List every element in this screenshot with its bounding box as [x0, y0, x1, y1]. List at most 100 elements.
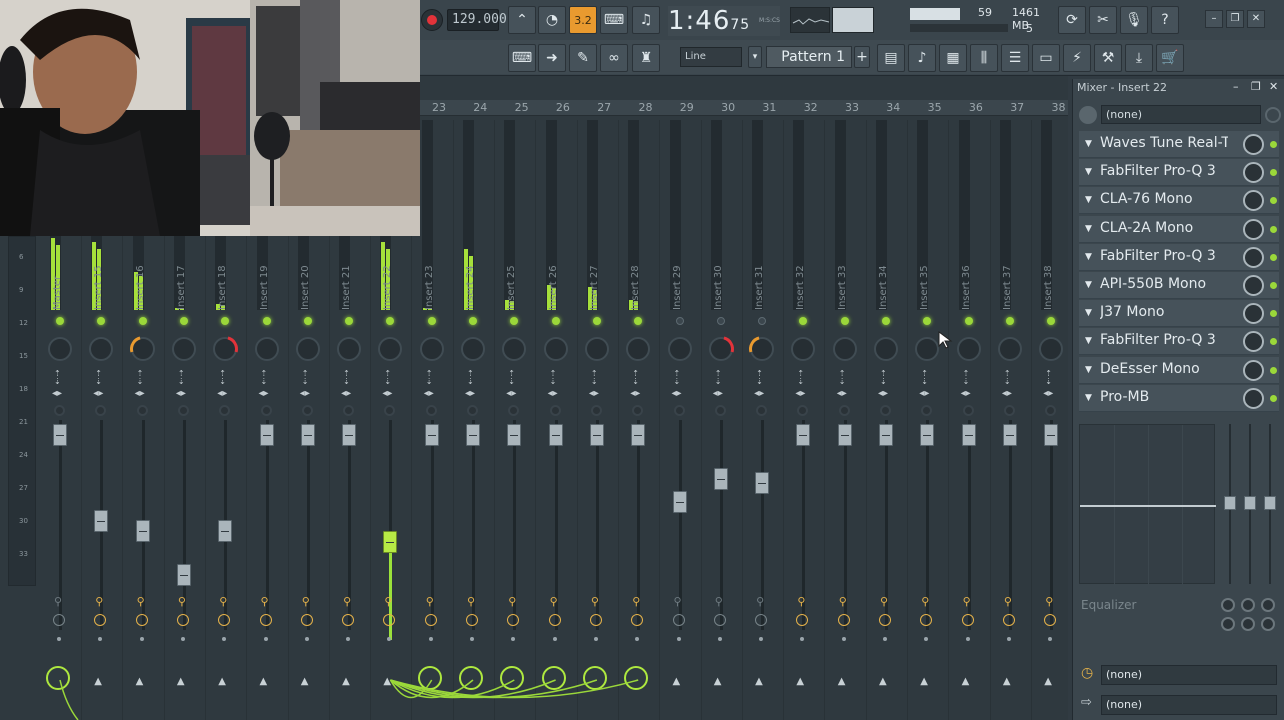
swap-channels-icon[interactable]: ◂▸ [961, 388, 971, 399]
slot-mix-knob[interactable] [1243, 190, 1264, 212]
slot-enable-led[interactable] [1270, 310, 1277, 318]
volume-fader[interactable] [548, 423, 563, 446]
route-dot[interactable] [676, 637, 681, 641]
stereo-knob[interactable] [384, 405, 396, 416]
plug-icon[interactable]: ⚡ [1063, 44, 1091, 72]
effect-slot[interactable]: ▼ FabFilter Pro-Q 3 [1079, 243, 1279, 271]
eq-knob-freq-high[interactable] [1261, 598, 1275, 612]
swap-channels-icon[interactable]: ◂▸ [837, 388, 847, 399]
pan-knob[interactable] [502, 337, 527, 361]
output-select-2[interactable]: (none) [1101, 695, 1277, 715]
input-select[interactable]: (none) [1101, 105, 1261, 124]
route-dot[interactable] [965, 637, 970, 641]
slot-menu-icon[interactable]: ▼ [1085, 308, 1092, 318]
stereo-knob[interactable] [962, 405, 974, 416]
route-dot[interactable] [552, 637, 557, 641]
eq-band-high[interactable] [1263, 424, 1277, 584]
route-dot[interactable] [924, 637, 929, 641]
swap-channels-icon[interactable]: ◂▸ [52, 388, 62, 399]
slot-enable-led[interactable] [1270, 141, 1277, 148]
mixer-strip[interactable]: Insert 29 ⇡ ⇣ ◂▸ ⚲ ▲ [662, 120, 702, 720]
bulb-icon[interactable]: ⚲ [632, 596, 642, 609]
pan-knob[interactable] [997, 337, 1022, 361]
playlist-ruler[interactable]: 23 24 25 26 27 28 29 30 31 32 33 34 35 36 37 38 [420, 100, 1068, 116]
eq-band-mid[interactable] [1243, 424, 1257, 584]
bulb-icon[interactable]: ⚲ [508, 596, 518, 609]
effect-slot[interactable]: ▼ API-550B Mono [1079, 272, 1279, 299]
slot-mix-knob[interactable] [1243, 134, 1264, 155]
slot-mix-knob[interactable] [1243, 359, 1264, 381]
effect-slot[interactable]: ▼ CLA-76 Mono [1079, 187, 1279, 215]
strip-enable-led[interactable] [427, 317, 436, 325]
slot-enable-led[interactable] [1270, 366, 1277, 374]
output-select-1[interactable]: (none) [1101, 665, 1277, 685]
bulb-icon[interactable]: ⚲ [261, 596, 271, 609]
phase-icon[interactable] [589, 614, 602, 626]
strip-enable-led[interactable] [840, 317, 849, 325]
stereo-knob[interactable] [838, 405, 850, 416]
mixer-strip[interactable]: Insert 33 ⇡ ⇣ ◂▸ ⚲ ▲ [827, 120, 867, 720]
pan-knob[interactable] [915, 337, 940, 361]
pan-knob[interactable] [461, 337, 485, 361]
volume-fader[interactable] [879, 423, 893, 446]
browser-icon[interactable]: ☰ [1001, 44, 1029, 72]
slot-mix-knob[interactable] [1243, 331, 1264, 353]
pattern-prev-icon[interactable]: ▾ [748, 46, 762, 68]
bulb-icon[interactable]: ⚲ [302, 596, 312, 609]
slot-menu-icon[interactable]: ▼ [1085, 195, 1092, 205]
volume-fader[interactable] [589, 423, 604, 446]
mixer-strip[interactable]: Insert 37 ⇡ ⇣ ◂▸ ⚲ ▲ [992, 120, 1032, 720]
strip-enable-led[interactable] [551, 317, 560, 325]
slot-enable-led[interactable] [1270, 394, 1277, 402]
volume-fader[interactable] [176, 564, 191, 587]
stereo-knob[interactable] [54, 405, 65, 416]
strip-enable-led[interactable] [634, 317, 643, 325]
pan-knob[interactable] [337, 337, 362, 361]
mixer-strip[interactable]: Insert 27 ⇡ ⇣ ◂▸ ⚲ [579, 120, 619, 720]
strip-enable-led[interactable] [1005, 317, 1014, 325]
route-dot[interactable] [593, 637, 598, 641]
strip-enable-led[interactable] [345, 317, 354, 325]
phase-icon[interactable] [961, 614, 974, 626]
phase-icon[interactable] [1002, 614, 1015, 626]
bulb-icon[interactable]: ⚲ [137, 596, 147, 609]
phase-icon[interactable] [53, 614, 65, 626]
effect-slot[interactable]: ▼ Waves Tune Real-Time... [1079, 131, 1279, 158]
panel-restore-icon[interactable]: ❐ [1251, 80, 1261, 93]
phase-icon[interactable] [755, 614, 768, 626]
pan-knob[interactable] [207, 331, 243, 367]
stereo-knob[interactable] [95, 405, 107, 416]
phase-icon[interactable] [920, 614, 933, 626]
tempo-display[interactable]: 129.000 [447, 9, 507, 31]
swap-channels-icon[interactable]: ◂▸ [795, 388, 805, 399]
phase-icon[interactable] [383, 614, 396, 626]
swap-channels-icon[interactable]: ◂▸ [176, 388, 186, 399]
strip-enable-led[interactable] [469, 317, 477, 325]
mixer-strip[interactable]: Insert 24 ⇡ ⇣ ◂▸ ⚲ [455, 120, 495, 720]
bulb-icon[interactable]: ⚲ [178, 596, 188, 609]
stereo-knob[interactable] [508, 405, 520, 416]
eq-knob-bw-low[interactable] [1221, 617, 1235, 631]
effect-slot[interactable]: ▼ Pro-MB [1079, 384, 1279, 412]
strip-enable-led[interactable] [179, 317, 188, 325]
slot-menu-icon[interactable]: ▼ [1085, 393, 1092, 403]
swap-channels-icon[interactable]: ◂▸ [1002, 388, 1012, 399]
swap-channels-icon[interactable]: ◂▸ [135, 388, 145, 399]
mixer-icon[interactable]: ⫼ [970, 44, 998, 72]
pan-knob[interactable] [626, 337, 651, 361]
mixer-strip[interactable]: Insert 26 ⇡ ⇣ ◂▸ ⚲ [538, 120, 578, 720]
volume-fader[interactable] [672, 490, 687, 513]
effect-slot[interactable]: ▼ CLA-2A Mono [1079, 215, 1279, 243]
volume-fader[interactable] [135, 520, 150, 543]
route-dot[interactable] [222, 637, 227, 641]
slot-mix-knob[interactable] [1243, 162, 1264, 184]
strip-enable-led[interactable] [303, 317, 312, 325]
strip-enable-led[interactable] [262, 317, 271, 325]
slot-menu-icon[interactable]: ▼ [1085, 224, 1092, 234]
slot-menu-icon[interactable]: ▼ [1085, 280, 1092, 290]
effect-slot[interactable]: ▼ J37 Mono [1079, 300, 1279, 328]
swap-channels-icon[interactable]: ◂▸ [259, 388, 269, 399]
slot-enable-led[interactable] [1270, 282, 1277, 289]
strip-enable-led[interactable] [1047, 317, 1056, 325]
route-dot[interactable] [511, 637, 516, 641]
